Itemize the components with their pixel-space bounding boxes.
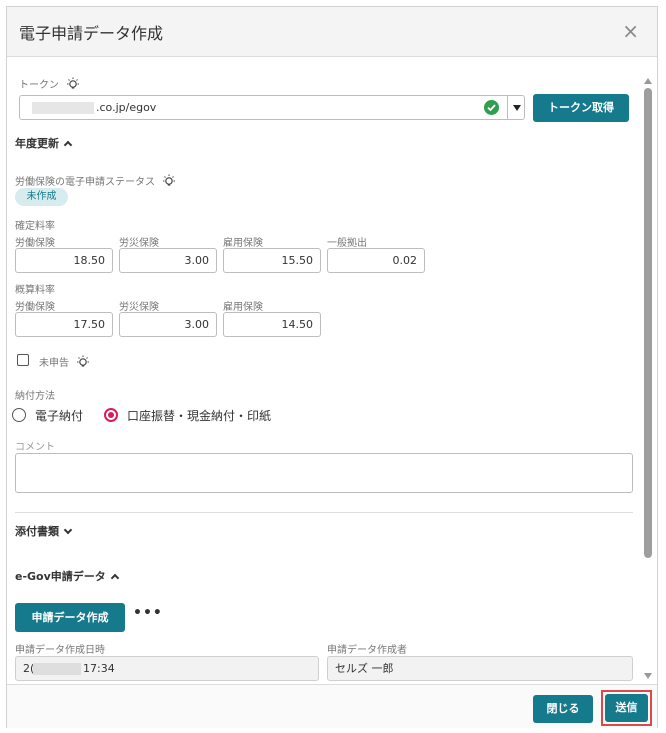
confirmed-labor-input[interactable]: 18.50 [15, 248, 113, 273]
estimated-labor-label: 労働保険 [15, 302, 55, 313]
status-label-text: 労働保険の電子申請ステータス [15, 177, 155, 188]
confirmed-employment-input[interactable]: 15.50 [223, 248, 321, 273]
estimated-workers-comp-label: 労災保険 [119, 302, 159, 313]
created-by-label: 申請データ作成者 [327, 645, 407, 656]
section-divider [15, 512, 633, 513]
dialog-footer: 閉じる 送信 [7, 684, 657, 728]
token-value: .co.jp/egov [96, 101, 157, 114]
confirmed-general-label: 一般拠出 [327, 238, 367, 249]
estimated-rate-label: 概算料率 [15, 285, 55, 296]
created-by-field: セルズ 一郎 [327, 656, 633, 681]
scroll-down-icon[interactable] [644, 673, 652, 679]
dialog-title: 電子申請データ作成 [19, 24, 164, 43]
token-select[interactable]: .co.jp/egov [19, 95, 525, 120]
annual-update-header-label: 年度更新 [15, 137, 59, 150]
created-at-time: 17:34 [83, 662, 115, 675]
radio-electronic-payment-label[interactable]: 電子納付 [35, 407, 83, 424]
unfiled-checkbox[interactable] [17, 354, 29, 366]
token-redacted [32, 102, 94, 114]
chevron-down-icon[interactable] [63, 525, 73, 535]
created-at-label: 申請データ作成日時 [15, 645, 105, 656]
caret-down-icon[interactable] [513, 105, 521, 111]
chevron-up-icon[interactable] [110, 573, 120, 583]
estimated-employment-input[interactable]: 14.50 [223, 312, 321, 337]
unfiled-label: 未申告 [39, 354, 90, 369]
dialog-body[interactable]: トークン .co.jp/egov トークン取得 年度更新 労働保険の電子申請ステ… [7, 58, 657, 683]
token-separator [507, 96, 508, 119]
scroll-up-icon[interactable] [644, 78, 652, 84]
send-button[interactable]: 送信 [605, 694, 648, 722]
scrollbar-thumb[interactable] [644, 88, 652, 558]
estimated-labor-input[interactable]: 17.50 [15, 312, 113, 337]
dialog: 電子申請データ作成 × トークン .co.jp/egov トークン取得 年度更新… [6, 6, 658, 728]
attachments-header-label: 添付書類 [15, 525, 59, 538]
create-application-data-button[interactable]: 申請データ作成 [15, 603, 125, 632]
lightbulb-icon[interactable] [66, 77, 80, 91]
confirmed-workers-comp-label: 労災保険 [119, 238, 159, 249]
estimated-employment-label: 雇用保険 [223, 302, 263, 313]
confirmed-employment-label: 雇用保険 [223, 238, 263, 249]
comment-textarea[interactable] [15, 453, 633, 493]
confirmed-workers-comp-input[interactable]: 3.00 [119, 248, 217, 273]
attachments-header[interactable]: 添付書類 [15, 523, 73, 539]
radio-bank-transfer[interactable] [104, 408, 118, 422]
estimated-workers-comp-input[interactable]: 3.00 [119, 312, 217, 337]
annual-update-header[interactable]: 年度更新 [15, 135, 73, 151]
comment-label: コメント [15, 442, 55, 453]
unfiled-label-text: 未申告 [39, 358, 69, 369]
lightbulb-icon[interactable] [76, 355, 90, 369]
radio-bank-transfer-label[interactable]: 口座振替・現金納付・印紙 [127, 407, 271, 424]
lightbulb-icon[interactable] [162, 174, 176, 188]
check-circle-icon [484, 100, 499, 115]
chevron-up-icon[interactable] [63, 140, 73, 150]
token-label-text: トークン [19, 80, 59, 91]
dialog-header: 電子申請データ作成 × [7, 7, 657, 57]
egov-header[interactable]: e-Gov申請データ [15, 568, 120, 584]
scrollbar[interactable] [643, 58, 653, 683]
status-label: 労働保険の電子申請ステータス [15, 173, 176, 188]
get-token-button[interactable]: トークン取得 [533, 94, 629, 122]
more-icon[interactable]: ••• [133, 605, 163, 621]
confirmed-general-input[interactable]: 0.02 [327, 248, 425, 273]
close-button[interactable]: 閉じる [533, 695, 593, 723]
close-icon[interactable]: × [622, 19, 639, 43]
created-at-field: 2( 17:34 [15, 656, 319, 681]
status-badge: 未作成 [15, 188, 68, 206]
confirmed-labor-label: 労働保険 [15, 238, 55, 249]
payment-label: 納付方法 [15, 391, 55, 402]
created-at-redacted [33, 663, 81, 675]
confirmed-rate-label: 確定料率 [15, 221, 55, 232]
radio-electronic-payment[interactable] [12, 408, 26, 422]
egov-header-label: e-Gov申請データ [15, 570, 106, 583]
token-label: トークン [19, 76, 80, 91]
